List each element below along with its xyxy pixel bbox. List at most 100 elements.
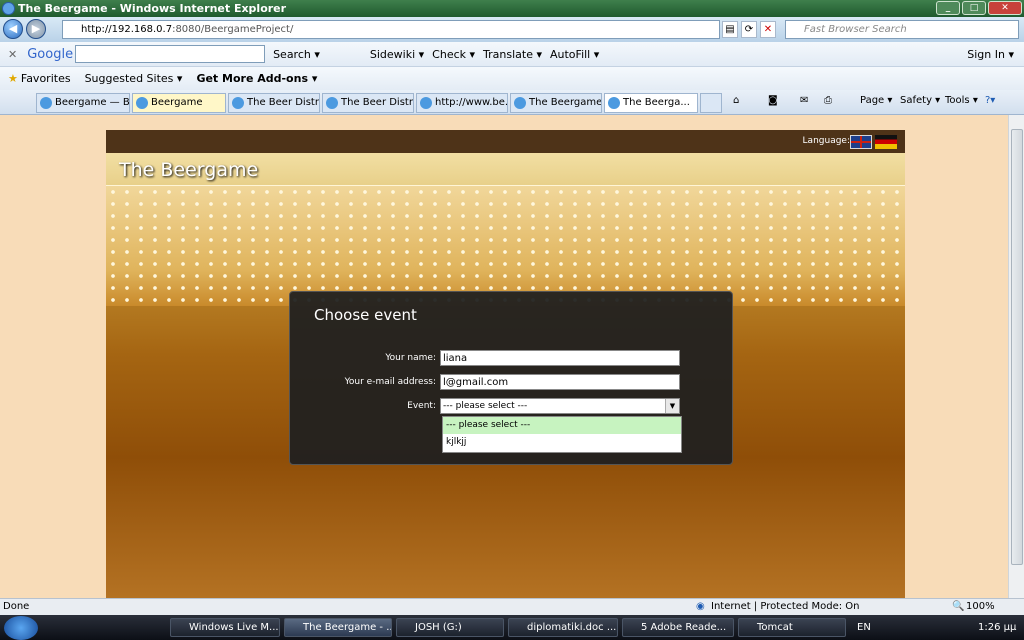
google-search-input[interactable] (75, 45, 266, 63)
print-icon[interactable]: ⎙ (824, 95, 832, 106)
feeds-icon[interactable]: ◙ (768, 95, 778, 106)
zoom-level[interactable]: 100% (966, 599, 995, 615)
tab-page-icon (232, 97, 244, 109)
browser-search-input[interactable]: Fast Browser Search (785, 20, 1019, 39)
security-zone[interactable]: Internet | Protected Mode: On (711, 599, 859, 615)
suggested-sites-link[interactable]: Suggested Sites ▾ (85, 72, 183, 85)
system-tray: EN 1:26 μμ (855, 615, 1024, 640)
beer-foam-image (106, 186, 905, 306)
help-icon[interactable]: ?▾ (985, 95, 995, 106)
google-logo: Google (27, 46, 74, 62)
event-row: Event: --- please select --- ▼ (407, 398, 680, 414)
taskbar-item-tomcat[interactable]: Tomcat (738, 618, 846, 637)
maximize-button[interactable]: □ (962, 1, 986, 15)
tab-label: The Beer Distri... (247, 97, 319, 108)
window-title: The Beergame - Windows Internet Explorer (18, 2, 287, 15)
tab-page-icon (514, 97, 526, 109)
google-toolbar: ✕ Google Search ▾ Sidewiki ▾ Check ▾ Tra… (0, 42, 1024, 67)
taskbar: Windows Live M... The Beergame - ... JOS… (0, 615, 1024, 640)
uk-flag-icon[interactable] (850, 135, 872, 149)
tab-label: The Beer Distri... (341, 97, 413, 108)
scrollbar-thumb[interactable] (1011, 129, 1023, 565)
event-option[interactable]: --- please select --- (443, 417, 681, 434)
tab-6[interactable]: The Beergame (510, 93, 602, 113)
get-addons-link[interactable]: Get More Add-ons ▾ (196, 72, 317, 85)
signin-button[interactable]: Sign In ▾ (967, 48, 1014, 61)
status-text: Done (3, 601, 30, 612)
tab-label: Beergame — B... (55, 97, 130, 108)
close-window-button[interactable]: ✕ (988, 1, 1022, 15)
tab-active[interactable]: The Beerga... (604, 93, 698, 113)
favorites-star-icon: ★ (8, 72, 18, 85)
site-brand: The Beergame (119, 159, 259, 181)
google-search-button[interactable]: Search ▾ (273, 48, 320, 61)
sidewiki-button[interactable]: Sidewiki ▾ (370, 48, 424, 61)
address-host: http://192.168.0.7 (81, 24, 173, 35)
address-path: :8080/BeergameProject/ (172, 24, 294, 35)
taskbar-item-explorer[interactable]: JOSH (G:) (396, 618, 504, 637)
home-icon[interactable]: ⌂ (733, 95, 739, 106)
choose-event-dialog: Choose event Your name: Your e-mail addr… (289, 291, 733, 465)
internet-zone-icon: ◉ (696, 601, 705, 612)
tab-page-icon (326, 97, 338, 109)
event-option[interactable]: kjlkjj (443, 434, 681, 451)
site-header: Language: (106, 130, 905, 153)
taskbar-item-ie[interactable]: The Beergame - ... (284, 618, 392, 637)
chevron-down-icon[interactable]: ▼ (665, 399, 679, 413)
translate-button[interactable]: Translate ▾ (483, 48, 542, 61)
back-icon[interactable]: ◀ (3, 19, 23, 39)
zoom-icon: 🔍 (952, 601, 965, 612)
minimize-button[interactable]: _ (936, 1, 960, 15)
close-toolbar-icon[interactable]: ✕ (8, 48, 17, 61)
autofill-button[interactable]: AutoFill ▾ (550, 48, 599, 61)
email-label: Your e-mail address: (344, 377, 436, 387)
tab-label: The Beergame (529, 97, 602, 108)
tab-label: http://www.be... (435, 97, 508, 108)
forward-icon[interactable]: ▶ (26, 19, 46, 39)
tab-page-icon (608, 97, 620, 109)
tab-bar: Beergame — B... Beergame The Beer Distri… (0, 90, 1024, 115)
dialog-title: Choose event (314, 306, 417, 324)
tab-4[interactable]: The Beer Distri... (322, 93, 414, 113)
mail-icon[interactable]: ✉ (800, 95, 808, 106)
tools-menu[interactable]: Tools ▾ (945, 95, 978, 106)
favorites-button[interactable]: Favorites (21, 72, 71, 85)
email-input[interactable] (440, 374, 680, 390)
clock[interactable]: 1:26 μμ (978, 615, 1016, 640)
taskbar-item-word[interactable]: diplomatiki.doc ... (508, 618, 618, 637)
event-select[interactable]: --- please select --- ▼ (440, 398, 680, 414)
favorites-bar: ★ Favorites Suggested Sites ▾ Get More A… (0, 67, 1024, 90)
ie-logo-icon (2, 2, 15, 15)
tab-2[interactable]: Beergame (132, 93, 226, 113)
taskbar-item-adobe[interactable]: 5 Adobe Reade... (622, 618, 734, 637)
safety-menu[interactable]: Safety ▾ (900, 95, 940, 106)
tab-label: The Beerga... (623, 97, 690, 108)
status-bar: Done ◉ Internet | Protected Mode: On 🔍 1… (0, 598, 1024, 615)
site-banner: The Beergame (106, 153, 905, 186)
check-button[interactable]: Check ▾ (432, 48, 475, 61)
compat-view-icon[interactable]: ▤ (722, 21, 738, 38)
tab-page-icon (40, 97, 52, 109)
name-row: Your name: (385, 350, 680, 366)
start-button[interactable] (4, 616, 38, 640)
tab-page-icon (136, 97, 148, 109)
address-bar[interactable]: http://192.168.0.7:8080/BeergameProject/ (62, 20, 720, 39)
tab-1[interactable]: Beergame — B... (36, 93, 130, 113)
page-menu[interactable]: Page ▾ (860, 95, 892, 106)
tab-5[interactable]: http://www.be... (416, 93, 508, 113)
german-flag-icon[interactable] (875, 135, 897, 149)
language-indicator[interactable]: EN (857, 615, 871, 640)
tab-label: Beergame (151, 97, 203, 108)
tab-3[interactable]: The Beer Distri... (228, 93, 320, 113)
new-tab-button[interactable] (700, 93, 722, 113)
name-label: Your name: (385, 353, 436, 363)
stop-icon[interactable]: ✕ (760, 21, 776, 38)
tab-page-icon (420, 97, 432, 109)
name-input[interactable] (440, 350, 680, 366)
event-selected-value: --- please select --- (443, 401, 528, 411)
email-row: Your e-mail address: (345, 374, 680, 390)
event-label: Event: (407, 401, 436, 411)
taskbar-item-live[interactable]: Windows Live M... (170, 618, 280, 637)
refresh-icon[interactable]: ⟳ (741, 21, 757, 38)
vertical-scrollbar[interactable] (1008, 115, 1024, 598)
